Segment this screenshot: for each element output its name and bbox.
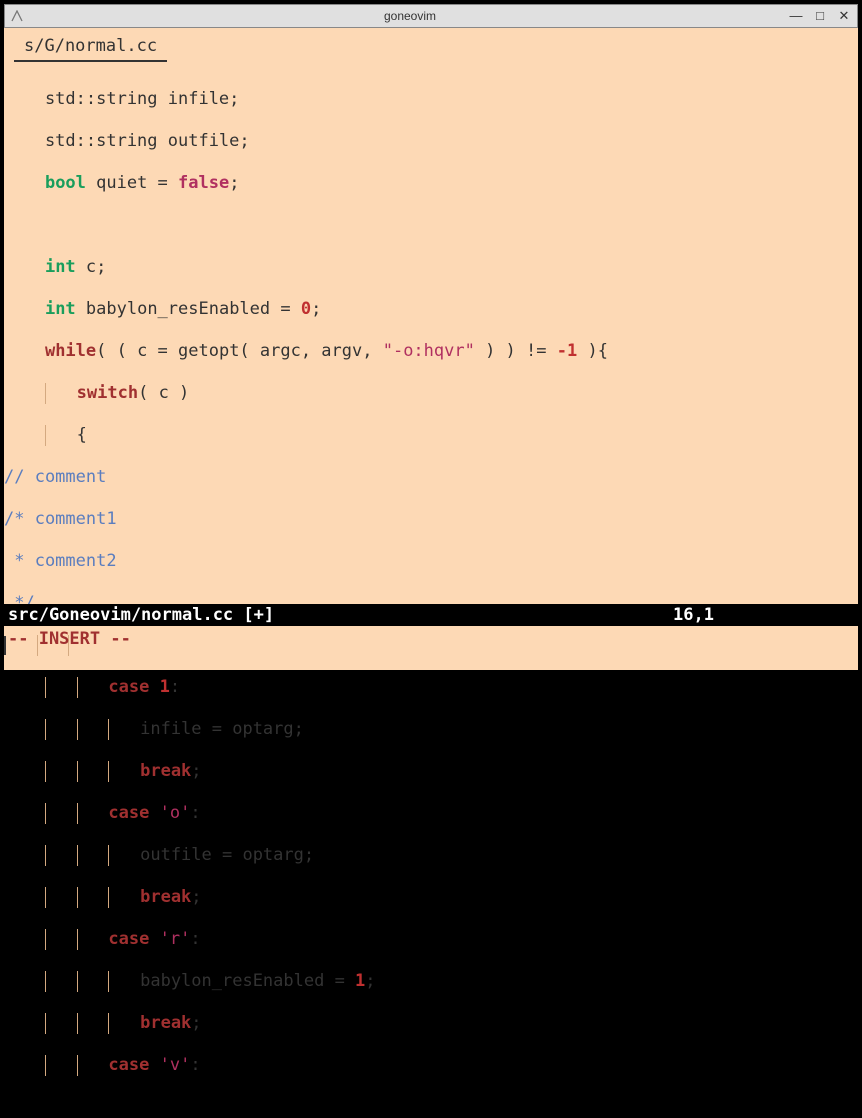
text-cursor: [4, 636, 6, 655]
code-text: ){: [577, 341, 608, 361]
app-icon: [11, 10, 23, 22]
window-frame: goneovim — □ ✕ s/G/normal.cc std::string…: [0, 0, 862, 674]
code-text: c;: [76, 257, 107, 277]
keyword-case: case: [108, 929, 149, 949]
code-text: ;: [229, 173, 239, 193]
code-text: ) ) !=: [475, 341, 557, 361]
code-text: {: [77, 425, 87, 445]
code-text: ;: [191, 761, 201, 781]
keyword-case: case: [108, 677, 149, 697]
close-icon[interactable]: ✕: [837, 8, 851, 24]
maximize-icon[interactable]: □: [813, 8, 827, 24]
code-text: ;: [311, 299, 321, 319]
code-text: :: [190, 803, 200, 823]
status-filename: src/Goneovim/normal.cc [+]: [8, 605, 673, 626]
keyword-case: case: [108, 1055, 149, 1075]
keyword-int: int: [45, 257, 76, 277]
code-text: ;: [365, 971, 375, 991]
literal-one: 1: [355, 971, 365, 991]
code-text: std::string infile;: [4, 89, 239, 109]
editor-area[interactable]: s/G/normal.cc std::string infile; std::s…: [4, 28, 858, 670]
char-literal: 'v': [160, 1055, 191, 1075]
code-area[interactable]: std::string infile; std::string outfile;…: [4, 62, 858, 1118]
code-text: ( c ): [138, 383, 189, 403]
comment-block: /* comment1: [4, 509, 117, 529]
code-text: infile = optarg;: [140, 719, 304, 739]
tab-bar: s/G/normal.cc: [4, 28, 858, 62]
tab-normal-cc[interactable]: s/G/normal.cc: [14, 34, 167, 62]
window-controls: — □ ✕: [789, 8, 851, 24]
status-line: src/Goneovim/normal.cc [+] 16,1: [4, 604, 858, 626]
code-text: quiet =: [86, 173, 178, 193]
code-text: outfile = optarg;: [140, 845, 314, 865]
keyword-break: break: [140, 887, 191, 907]
minimize-icon[interactable]: —: [789, 8, 803, 24]
keyword-case: case: [108, 803, 149, 823]
mode-indicator: -- INSERT --: [8, 629, 131, 650]
char-literal: 'r': [160, 929, 191, 949]
code-text: :: [190, 929, 200, 949]
code-text: :: [190, 1055, 200, 1075]
code-text: babylon_resEnabled =: [76, 299, 301, 319]
keyword-int: int: [45, 299, 76, 319]
window-title: goneovim: [31, 9, 789, 23]
code-text: :: [170, 677, 180, 697]
code-text: ( ( c = getopt( argc, argv,: [96, 341, 383, 361]
string-literal: "-o:hqvr": [383, 341, 475, 361]
literal-one: 1: [160, 677, 170, 697]
literal-false: false: [178, 173, 229, 193]
code-text: std::string outfile;: [4, 131, 250, 151]
code-text: ;: [191, 887, 201, 907]
comment-line: // comment: [4, 467, 106, 487]
status-position: 16,1: [673, 605, 714, 626]
char-literal: 'o': [160, 803, 191, 823]
code-text: ;: [191, 1013, 201, 1033]
keyword-break: break: [140, 761, 191, 781]
literal-neg1: -1: [557, 341, 577, 361]
code-text: babylon_resEnabled =: [140, 971, 355, 991]
comment-block: * comment2: [4, 551, 117, 571]
titlebar[interactable]: goneovim — □ ✕: [4, 4, 858, 28]
keyword-break: break: [140, 1013, 191, 1033]
literal-zero: 0: [301, 299, 311, 319]
keyword-switch: switch: [77, 383, 138, 403]
keyword-bool: bool: [45, 173, 86, 193]
keyword-while: while: [45, 341, 96, 361]
